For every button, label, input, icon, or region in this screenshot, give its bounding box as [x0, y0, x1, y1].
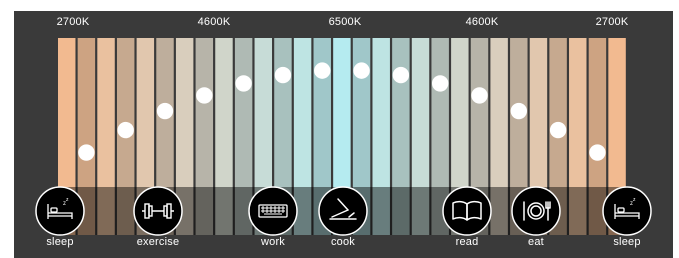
temp-label-left-neutral: 4600K: [197, 16, 231, 28]
plate-icon: [511, 186, 561, 236]
activity-label-work: work: [260, 236, 286, 248]
temp-label-left-warm: 2700K: [56, 16, 90, 28]
exercise-activity-icon: [133, 186, 183, 236]
activity-label-sleep: sleep: [46, 236, 74, 248]
sleep-activity-icon: z z: [35, 186, 85, 236]
light-level-dot: [156, 102, 174, 120]
eat-activity-icon: [511, 186, 561, 236]
light-level-dot: [431, 75, 449, 92]
light-level-dot: [353, 62, 370, 79]
work-activity-icon: [248, 186, 298, 236]
bed-icon: z z: [602, 186, 652, 236]
sleep-activity-icon-right: z z: [602, 186, 652, 236]
book-icon: [442, 186, 492, 236]
light-level-dot: [78, 144, 95, 161]
activity-label-cook: cook: [330, 236, 356, 248]
activity-label-sleep-right: sleep: [613, 236, 641, 248]
light-level-dot: [235, 75, 252, 92]
activity-label-exercise: exercise: [136, 236, 180, 248]
light-level-dot: [392, 66, 410, 84]
dumbbell-icon: [133, 186, 183, 236]
activity-label-eat: eat: [528, 236, 544, 248]
light-level-dot: [117, 121, 134, 139]
activity-label-read: read: [455, 236, 479, 248]
keyboard-icon: [248, 186, 298, 236]
temp-label-right-warm: 2700K: [595, 16, 629, 28]
pan-icon: [318, 186, 368, 236]
temp-label-cool: 6500K: [328, 16, 362, 28]
light-level-dot: [196, 87, 213, 104]
light-level-dot: [549, 121, 567, 139]
circadian-lighting-diagram: 2700K 4600K 6500K 4600K 2700K z z z z sl…: [0, 0, 679, 258]
light-level-dot: [471, 87, 488, 104]
cook-activity-icon: [318, 186, 368, 236]
temp-label-right-neutral: 4600K: [465, 16, 499, 28]
light-level-dot: [274, 66, 292, 84]
light-level-dot: [589, 144, 606, 161]
bed-icon: z z: [35, 186, 85, 236]
read-activity-icon: [442, 186, 492, 236]
light-level-dot: [314, 62, 331, 79]
light-level-dot: [510, 102, 527, 120]
